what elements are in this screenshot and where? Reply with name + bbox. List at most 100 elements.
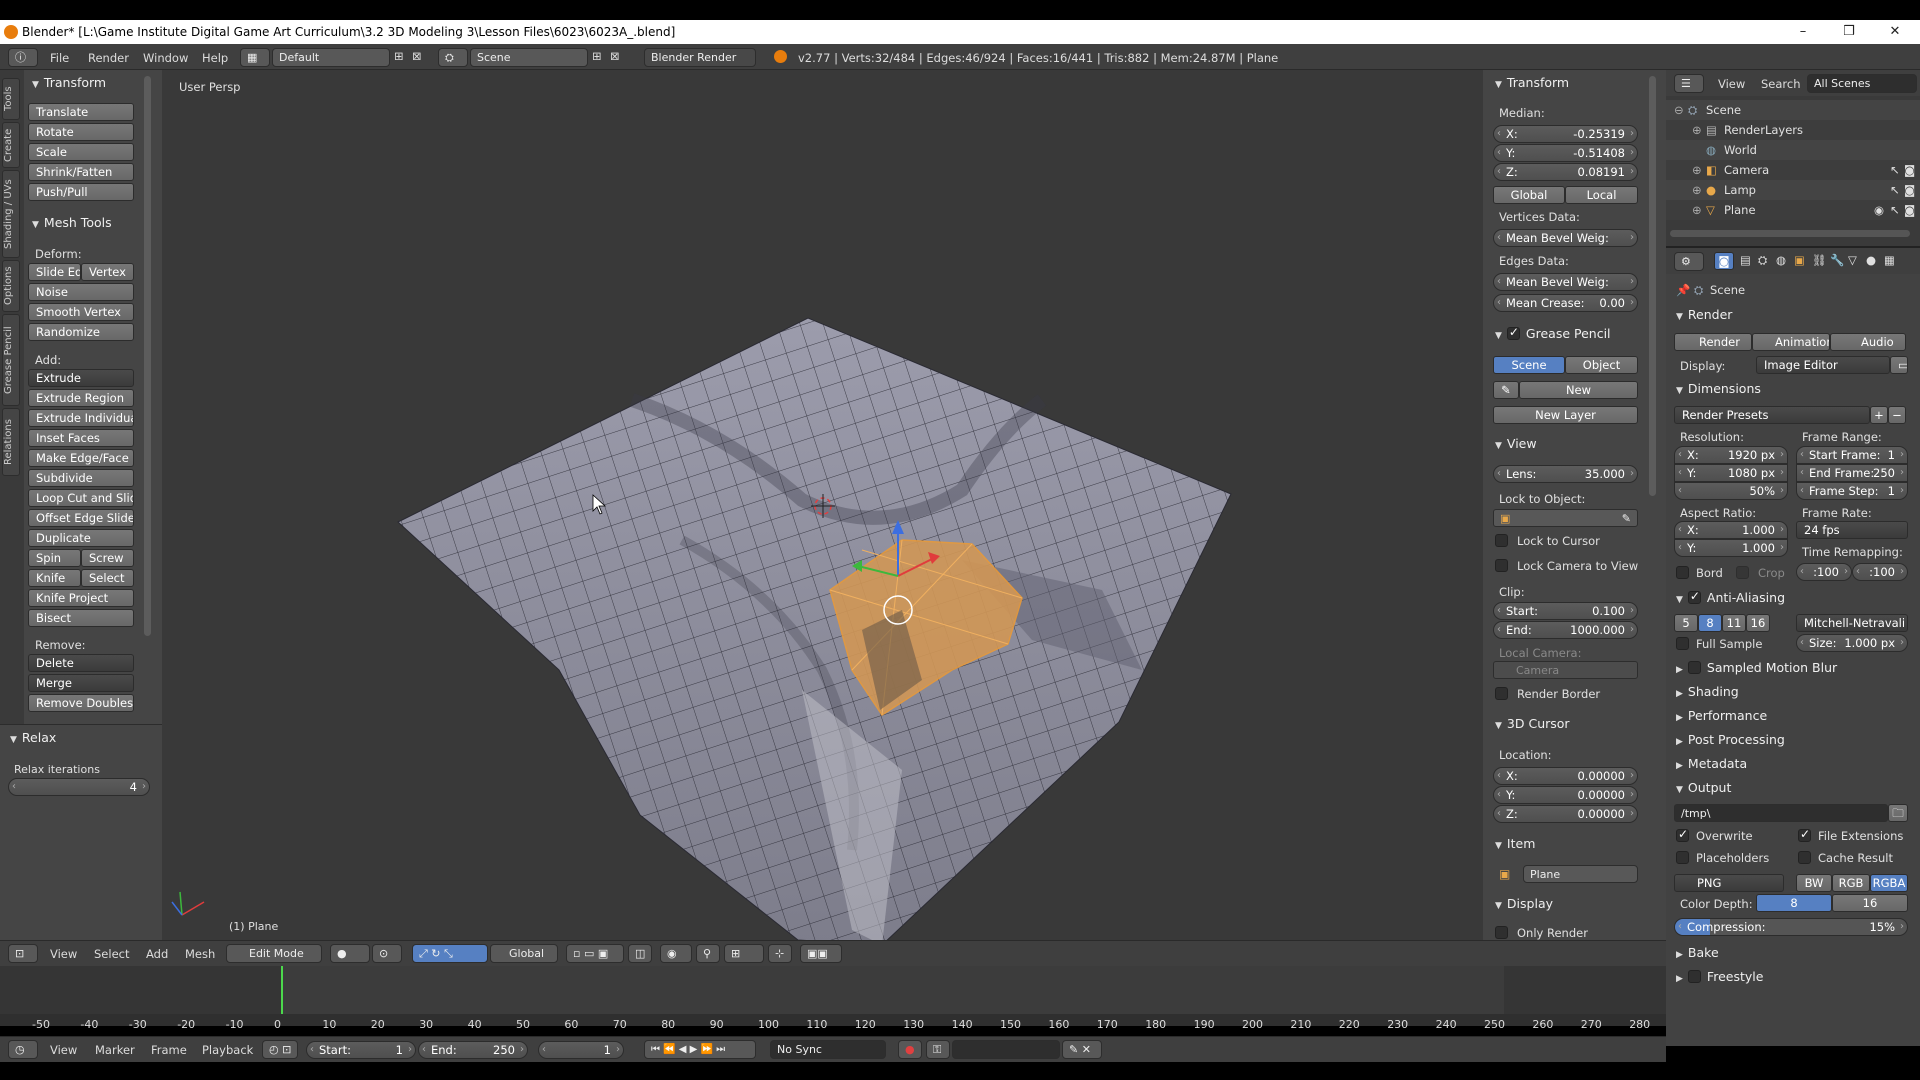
remap-new-field[interactable]: :100 (1852, 563, 1908, 581)
lock-camera-checkbox[interactable] (1495, 559, 1508, 572)
clip-end-field[interactable]: End:1000.000 (1493, 621, 1638, 639)
frame-menu[interactable]: Frame (151, 1043, 187, 1057)
timeline-editor-icon[interactable]: ◷ (8, 1040, 38, 1059)
cursor-z-field[interactable]: Z:0.00000 (1493, 805, 1638, 823)
placeholders-checkbox[interactable] (1676, 851, 1689, 864)
grease-pencil-checkbox[interactable] (1506, 325, 1520, 340)
anti-aliasing-header[interactable]: ▼Anti-Aliasing (1676, 589, 1785, 605)
cursor-x-field[interactable]: X:0.00000 (1493, 767, 1638, 785)
insert-delete-key-icons[interactable]: ✎ ✕ (1062, 1040, 1102, 1059)
aspect-y-field[interactable]: Y:1.000 (1674, 539, 1788, 557)
render-panel-header[interactable]: ▼ Render (1676, 307, 1732, 322)
proportional-icon[interactable]: ◉ (660, 944, 692, 963)
playback-menu[interactable]: Playback (202, 1043, 253, 1057)
add-preset-icon[interactable]: + (1870, 406, 1888, 424)
display-select[interactable]: Image Editor (1756, 356, 1890, 374)
local-toggle[interactable]: Local (1565, 186, 1638, 204)
randomize-button[interactable]: Randomize (28, 323, 134, 341)
select-mode-icons[interactable]: ▫ ▭ ▣ (566, 944, 624, 963)
post-processing-header[interactable]: ▶ Post Processing (1676, 732, 1785, 747)
crop-checkbox[interactable] (1736, 566, 1749, 579)
animation-button[interactable]: Animation (1752, 333, 1830, 351)
start-frame-field[interactable]: Start Frame:1 (1796, 446, 1908, 464)
border-checkbox[interactable] (1676, 566, 1689, 579)
file-format-select[interactable]: PNG (1674, 874, 1784, 892)
shading-header[interactable]: ▶ Shading (1676, 684, 1739, 699)
lock-to-cursor-checkbox[interactable] (1495, 534, 1508, 547)
start-frame-timeline[interactable]: Start:1 (306, 1041, 416, 1059)
anti-aliasing-checkbox[interactable] (1687, 589, 1701, 604)
snap-target-icon[interactable]: ⊹ (768, 944, 792, 963)
filter-size-field[interactable]: Size:1.000 px (1796, 634, 1908, 652)
mean-bevel-vertex-field[interactable]: Mean Bevel Weig: 0.00 (1493, 229, 1638, 247)
render-toggle-icon[interactable]: ◙ (1904, 163, 1915, 177)
layout-icon[interactable]: ▦ (240, 48, 270, 67)
add-layout-icon[interactable]: ⊞ (394, 49, 404, 63)
shrink-fatten-button[interactable]: Shrink/Fatten (28, 163, 134, 181)
remove-preset-icon[interactable]: − (1888, 406, 1906, 424)
offset-edge-slide-button[interactable]: Offset Edge Slide (28, 509, 134, 527)
constraints-context-icon[interactable]: ⛓ (1812, 253, 1827, 267)
n-panel-scrollbar[interactable] (1649, 76, 1656, 496)
compression-slider[interactable]: Compression:15% (1674, 918, 1908, 936)
cache-result-checkbox[interactable] (1798, 851, 1811, 864)
marker-menu[interactable]: Marker (95, 1043, 135, 1057)
render-presets-select[interactable]: Render Presets (1674, 406, 1870, 424)
menu-file[interactable]: File (50, 51, 69, 65)
pin-icon[interactable]: 📌 (1676, 283, 1690, 297)
menu-help[interactable]: Help (202, 51, 228, 65)
depth-8-toggle[interactable]: 8 (1756, 894, 1832, 912)
gp-pencil-icon[interactable]: ✎ (1493, 381, 1519, 399)
eyedropper-icon[interactable]: ✎ (1622, 510, 1631, 527)
median-z-field[interactable]: Z:0.08191 (1493, 163, 1638, 181)
remap-old-field[interactable]: :100 (1796, 563, 1852, 581)
output-folder-icon[interactable]: 🗀 (1888, 804, 1908, 822)
timeline-view-menu[interactable]: View (50, 1043, 77, 1057)
gp-new-button[interactable]: New (1519, 381, 1638, 399)
expand-icon[interactable]: ⊕ (1692, 123, 1702, 137)
all-scenes-select[interactable]: All Scenes (1807, 74, 1917, 93)
mesh-menu[interactable]: Mesh (185, 947, 215, 961)
delete-scene-icon[interactable]: ⊠ (610, 49, 620, 63)
aspect-x-field[interactable]: X:1.000 (1674, 521, 1788, 539)
texture-context-icon[interactable]: ▦ (1884, 253, 1895, 267)
expand-icon[interactable]: ⊖ (1674, 103, 1684, 117)
world-context-icon[interactable]: ◍ (1776, 253, 1786, 267)
lock-object-field[interactable]: ▣ ✎ (1493, 509, 1638, 527)
pivot-icon[interactable]: ⊙ (372, 944, 402, 963)
timeline-area[interactable] (0, 966, 1666, 1026)
extrude-menu[interactable]: Extrude (28, 369, 134, 387)
aa-samples-5[interactable]: 5 (1674, 614, 1698, 632)
3d-editor-icon[interactable]: ⊡ (8, 944, 38, 963)
local-camera-field[interactable]: Camera (1493, 661, 1638, 679)
knife-button[interactable]: Knife (28, 569, 81, 587)
make-edge-face-button[interactable]: Make Edge/Face (28, 449, 134, 467)
delete-menu[interactable]: Delete (28, 654, 134, 672)
outliner-row-renderlayers[interactable]: ⊕ ▤ RenderLayers (1666, 120, 1920, 140)
res-y-field[interactable]: Y:1080 px (1674, 464, 1788, 482)
loop-cut-slide-button[interactable]: Loop Cut and Slide (28, 489, 134, 507)
mesh-canvas[interactable] (162, 70, 1483, 940)
frame-rate-select[interactable]: 24 fps (1796, 521, 1908, 539)
render-toggle-icon[interactable]: ◙ (1904, 183, 1915, 197)
tool-shelf-scrollbar[interactable] (144, 76, 151, 636)
tab-relations[interactable]: Relations (2, 408, 20, 476)
aa-samples-11[interactable]: 11 (1722, 614, 1746, 632)
expand-icon[interactable]: ⊕ (1692, 163, 1702, 177)
mode-select[interactable]: Edit Mode (226, 944, 322, 963)
select-menu[interactable]: Select (94, 947, 129, 961)
dimensions-header[interactable]: ▼ Dimensions (1676, 381, 1761, 396)
playback-controls[interactable]: ⏮ ⏪ ◀ ▶ ⏩ ⏭ (644, 1040, 756, 1059)
color-rgba-toggle[interactable]: RGBA (1870, 874, 1908, 892)
current-frame-field[interactable]: 1 (538, 1041, 624, 1059)
motion-blur-checkbox[interactable] (1687, 661, 1701, 674)
bake-header[interactable]: ▶ Bake (1676, 945, 1719, 960)
slide-edge-button[interactable]: Slide Ed (28, 263, 81, 281)
freestyle-header[interactable]: ▶ Freestyle (1676, 969, 1763, 984)
mesh-tools-header[interactable]: ▼ Mesh Tools (32, 215, 112, 230)
scene-icon[interactable]: ⛭ (438, 48, 468, 67)
overwrite-checkbox[interactable] (1676, 827, 1689, 842)
push-pull-button[interactable]: Push/Pull (28, 183, 134, 201)
snap-icon[interactable]: ⚲ (696, 944, 720, 963)
menu-render[interactable]: Render (88, 51, 129, 65)
